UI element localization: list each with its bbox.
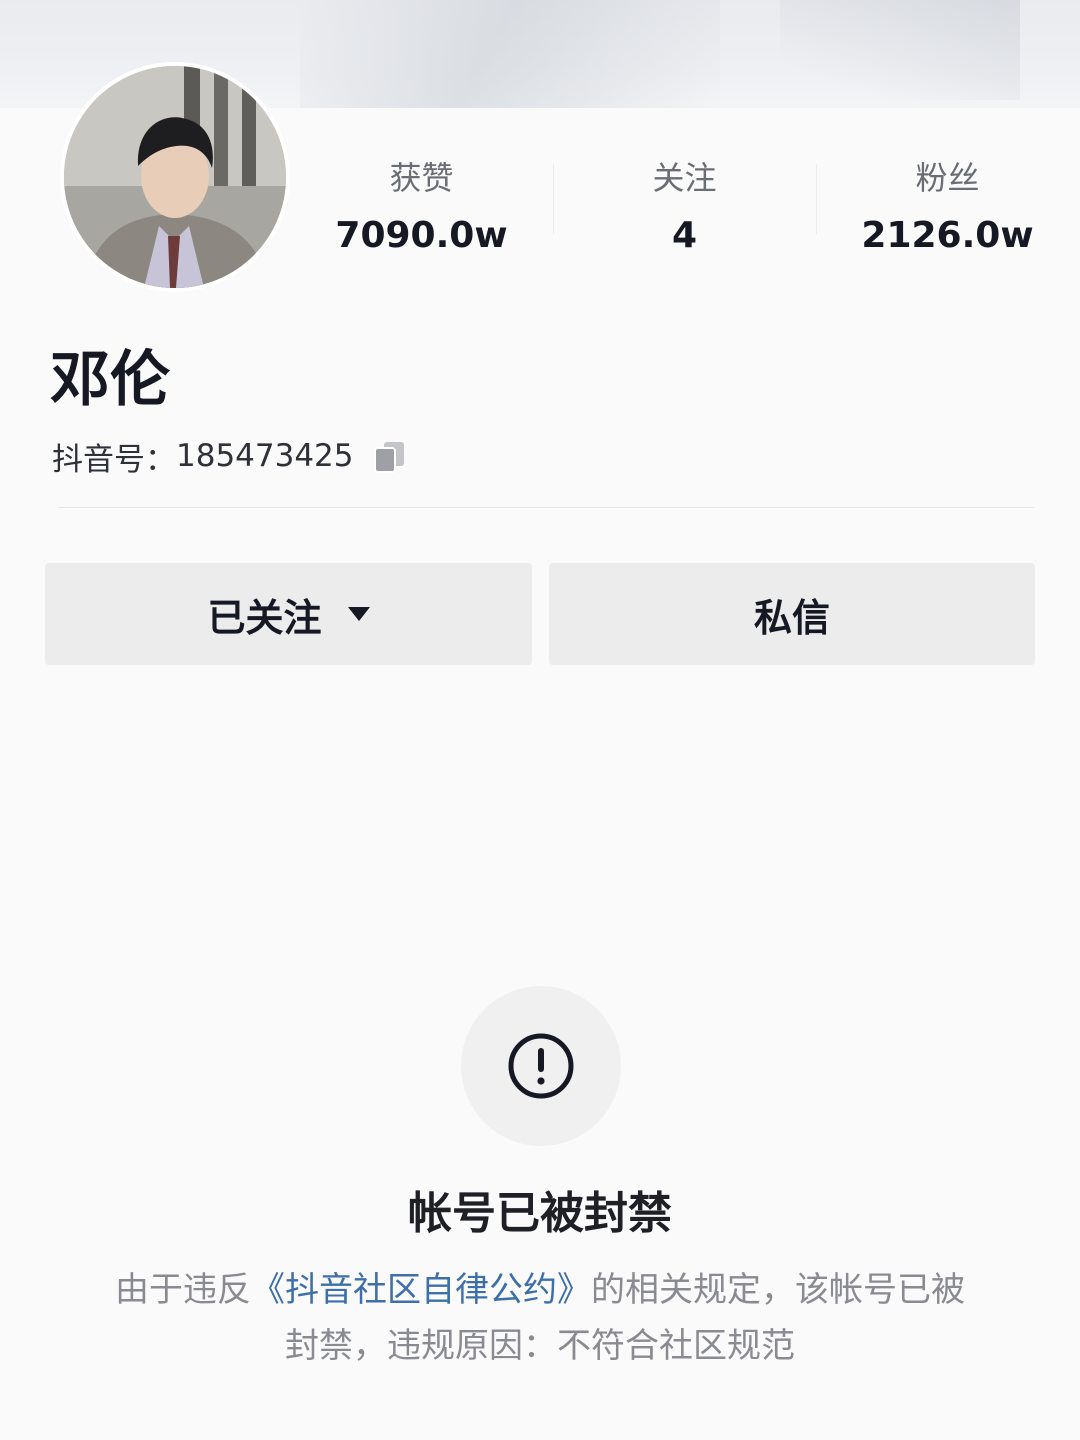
followed-button-label: 已关注 — [207, 595, 322, 640]
stat-following[interactable]: 关注 4 — [553, 150, 816, 270]
followed-button[interactable]: 已关注 — [45, 563, 532, 665]
avatar[interactable] — [60, 62, 290, 292]
banned-notice-title: 帐号已被封禁 — [408, 1188, 672, 1239]
message-button-label: 私信 — [753, 595, 830, 640]
banned-notice-text-before: 由于违反 — [115, 1270, 251, 1310]
stat-label: 粉丝 — [915, 159, 980, 197]
stat-value: 2126.0w — [861, 215, 1034, 256]
stat-value: 7090.0w — [335, 215, 508, 256]
copy-icon[interactable] — [372, 438, 408, 474]
divider — [58, 507, 1034, 508]
account-id-label: 抖音号： — [52, 441, 176, 478]
caret-down-icon — [347, 607, 370, 621]
account-id-value: 185473425 — [176, 438, 354, 474]
profile-name: 邓伦 — [50, 345, 170, 415]
stat-label: 获赞 — [389, 159, 454, 197]
avatar-photo — [64, 66, 286, 288]
banned-notice-description: 由于违反《抖音社区自律公约》的相关规定，该帐号已被封禁，违规原因：不符合社区规范 — [100, 1262, 980, 1374]
stat-likes[interactable]: 获赞 7090.0w — [290, 150, 553, 270]
exclamation-circle-icon — [508, 1033, 574, 1099]
stat-label: 关注 — [652, 159, 717, 197]
account-id-row: 抖音号： 185473425 — [52, 432, 408, 480]
profile-stats: 获赞 7090.0w 关注 4 粉丝 2126.0w — [290, 150, 1080, 270]
community-convention-link[interactable]: 《抖音社区自律公约》 — [251, 1270, 591, 1310]
stat-followers[interactable]: 粉丝 2126.0w — [816, 150, 1079, 270]
profile-page: 获赞 7090.0w 关注 4 粉丝 2126.0w 邓伦 抖音号： 18547… — [0, 0, 1080, 1440]
stat-value: 4 — [671, 215, 698, 256]
message-button[interactable]: 私信 — [549, 563, 1035, 665]
banned-notice-icon-bg — [461, 986, 621, 1146]
